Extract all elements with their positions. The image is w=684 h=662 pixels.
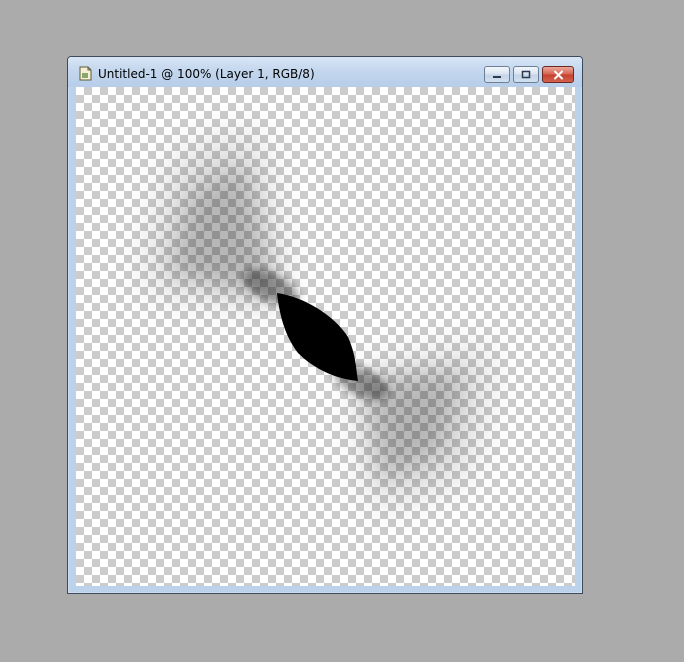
- document-canvas[interactable]: [76, 87, 575, 586]
- leaf-shape: [277, 293, 358, 381]
- maximize-button[interactable]: [513, 66, 539, 83]
- maximize-icon: [521, 70, 531, 79]
- minimize-icon: [493, 75, 501, 78]
- document-window: Untitled-1 @ 100% (Layer 1, RGB/8): [67, 56, 583, 594]
- close-button[interactable]: [542, 66, 574, 83]
- document-icon: [78, 66, 93, 81]
- caption-buttons: [484, 66, 574, 83]
- window-title: Untitled-1 @ 100% (Layer 1, RGB/8): [98, 67, 315, 81]
- layer-artwork: [146, 132, 491, 507]
- title-bar[interactable]: Untitled-1 @ 100% (Layer 1, RGB/8): [68, 57, 582, 87]
- close-icon: [553, 70, 563, 79]
- minimize-button[interactable]: [484, 66, 510, 83]
- upper-left-smear: [146, 132, 299, 305]
